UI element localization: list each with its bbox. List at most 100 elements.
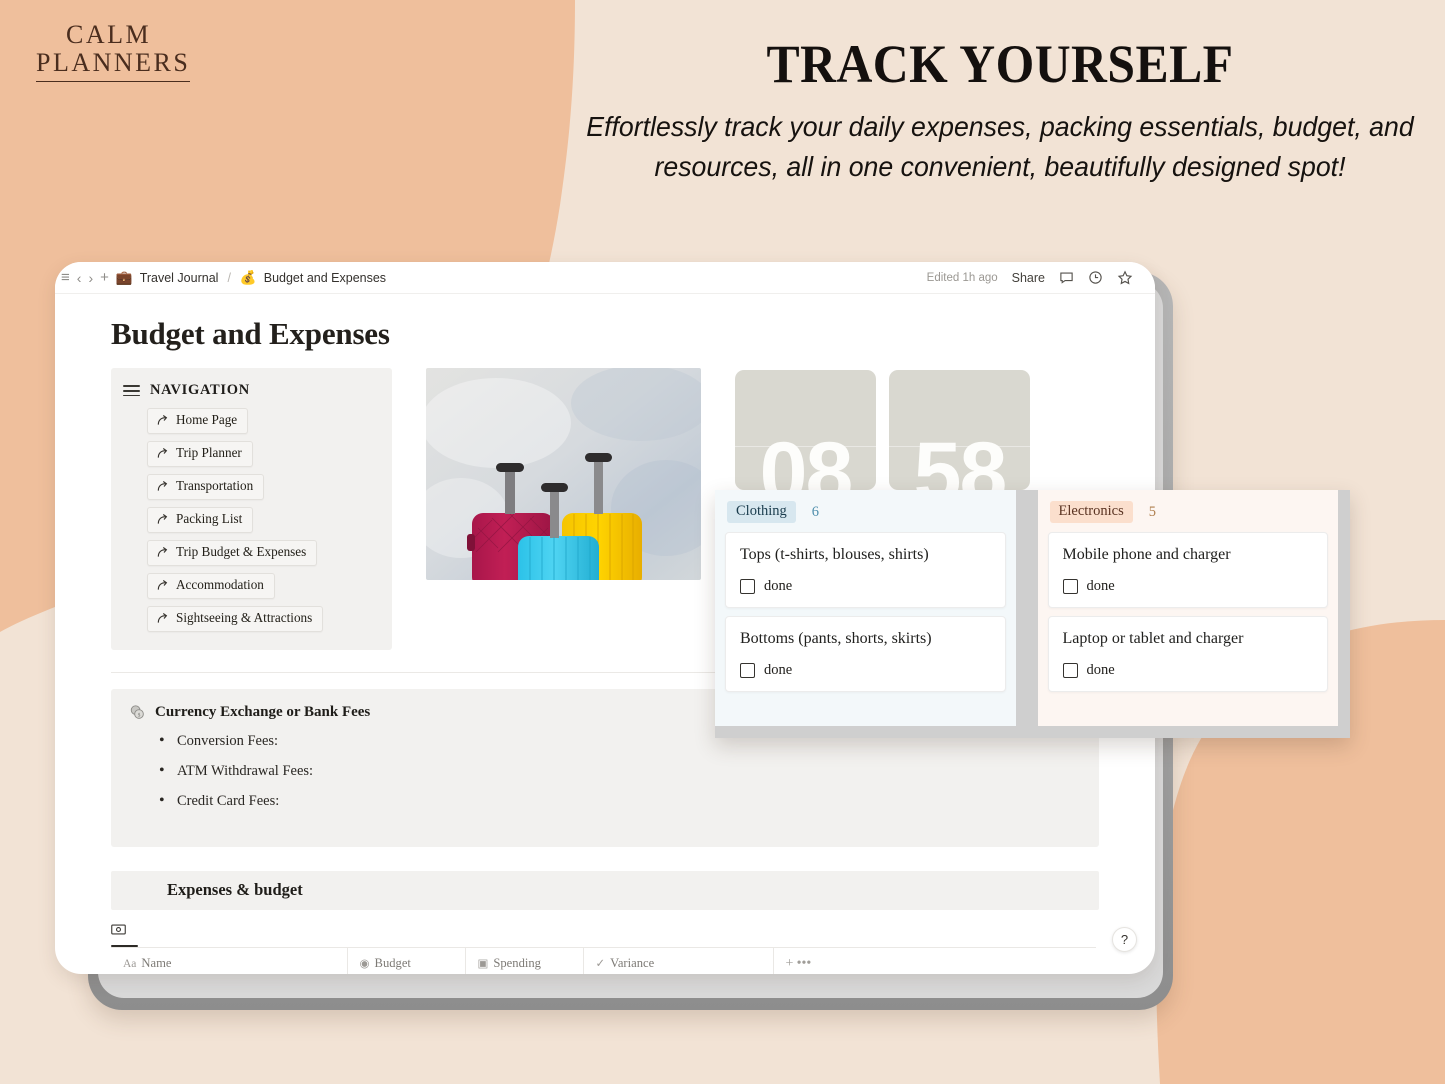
column-header-variance[interactable]: ✓ Variance bbox=[583, 946, 774, 974]
column-label: Spending bbox=[493, 956, 541, 971]
clock-hours: 08 bbox=[759, 425, 854, 490]
expenses-section-band: Expenses & budget bbox=[111, 870, 1099, 910]
checkbox[interactable] bbox=[1062, 579, 1078, 594]
more-options-icon[interactable]: ••• bbox=[797, 956, 812, 971]
add-column-button[interactable]: + bbox=[786, 956, 794, 971]
packing-card[interactable]: Bottoms (pants, shorts, skirts) done bbox=[725, 616, 1006, 692]
sidebar-item-accommodation[interactable]: Accommodation bbox=[147, 572, 275, 599]
briefcase-icon: 💼 bbox=[115, 269, 133, 285]
group-tag[interactable]: Clothing bbox=[727, 501, 796, 523]
formula-check-icon: ✓ bbox=[595, 958, 606, 971]
column-header-budget[interactable]: ◉ Budget bbox=[347, 946, 466, 974]
sidebar-toggle-icon[interactable]: ≡ bbox=[61, 270, 70, 285]
share-button[interactable]: Share bbox=[1012, 271, 1045, 285]
card-checkbox-row[interactable]: done bbox=[1062, 662, 1314, 679]
clock-minutes-card: 58 bbox=[889, 370, 1030, 490]
hero-subheadline: Effortlessly track your daily expenses, … bbox=[586, 111, 1414, 183]
packing-card[interactable]: Laptop or tablet and charger done bbox=[1047, 616, 1328, 692]
packing-card[interactable]: Mobile phone and charger done bbox=[1047, 532, 1328, 608]
checkbox[interactable] bbox=[1062, 663, 1078, 678]
checkbox-label: done bbox=[764, 662, 793, 678]
currency-title: Currency Exchange or Bank Fees bbox=[155, 703, 371, 720]
column-label: Name bbox=[141, 956, 172, 971]
suitcases-image bbox=[426, 368, 701, 580]
card-title: Laptop or tablet and charger bbox=[1062, 630, 1244, 647]
list-item: Credit Card Fees: bbox=[159, 792, 1081, 810]
topbar-actions: Edited 1h ago Share bbox=[926, 269, 1133, 286]
navigation-list: Home Page Trip Planner Transportation Pa… bbox=[147, 407, 376, 632]
sidebar-item-home-page[interactable]: Home Page bbox=[147, 407, 249, 434]
card-checkbox-row[interactable]: done bbox=[740, 578, 991, 595]
edited-timestamp: Edited 1h ago bbox=[926, 271, 998, 284]
money-note-icon: ▣ bbox=[477, 958, 489, 971]
new-page-icon[interactable]: + bbox=[100, 270, 109, 285]
database-view-tab[interactable] bbox=[111, 922, 1155, 947]
brand-underline bbox=[36, 80, 191, 83]
column-label: Budget bbox=[374, 956, 411, 971]
arrow-up-right-icon bbox=[157, 414, 168, 425]
sidebar-item-label: Home Page bbox=[176, 412, 238, 428]
brand-line-1: CALM bbox=[66, 20, 152, 49]
card-title: Tops (t-shirts, blouses, shirts) bbox=[740, 546, 929, 563]
packing-group-clothing: Clothing 6 Tops (t-shirts, blouses, shir… bbox=[715, 490, 1016, 726]
group-header: Clothing 6 bbox=[715, 490, 1016, 532]
coins-icon: $ bbox=[130, 704, 144, 719]
packing-group-electronics: Electronics 5 Mobile phone and charger d… bbox=[1037, 490, 1339, 726]
column-header-name[interactable]: Aa Name bbox=[111, 946, 348, 974]
favorite-star-icon[interactable] bbox=[1117, 269, 1133, 286]
sidebar-item-label: Trip Budget & Expenses bbox=[176, 544, 307, 560]
checkbox[interactable] bbox=[740, 579, 755, 594]
packing-list-overlay: Clothing 6 Tops (t-shirts, blouses, shir… bbox=[715, 490, 1350, 738]
sidebar-item-label: Transportation bbox=[176, 478, 254, 494]
text-type-icon: Aa bbox=[123, 958, 137, 971]
add-column-header[interactable]: + ••• bbox=[773, 946, 1096, 974]
checkbox-label: done bbox=[1086, 578, 1115, 594]
expenses-table: Aa Name ◉ Budget ▣ Spending ✓ Variance + ••• bbox=[111, 946, 1096, 974]
breadcrumb-parent[interactable]: Travel Journal bbox=[140, 271, 219, 285]
sidebar-item-sightseeing-attractions[interactable]: Sightseeing & Attractions bbox=[147, 605, 324, 632]
group-header: Electronics 5 bbox=[1038, 490, 1339, 532]
column-header-spending[interactable]: ▣ Spending bbox=[465, 946, 584, 974]
svg-text:$: $ bbox=[138, 711, 141, 718]
flip-clock: 08 58 bbox=[735, 368, 1030, 490]
group-count: 5 bbox=[1148, 503, 1156, 520]
checkbox[interactable] bbox=[740, 663, 755, 678]
brand-line-2: PLANNERS bbox=[36, 48, 191, 77]
card-checkbox-row[interactable]: done bbox=[1062, 578, 1314, 595]
menu-icon bbox=[123, 382, 140, 400]
arrow-up-right-icon bbox=[157, 480, 168, 491]
comment-icon[interactable] bbox=[1059, 270, 1074, 285]
sidebar-item-transportation[interactable]: Transportation bbox=[147, 473, 265, 500]
navigation-header: NAVIGATION bbox=[123, 382, 376, 400]
breadcrumb-current[interactable]: Budget and Expenses bbox=[264, 271, 386, 285]
history-clock-icon[interactable] bbox=[1088, 270, 1103, 285]
checkbox-label: done bbox=[764, 578, 793, 594]
sidebar-item-trip-planner[interactable]: Trip Planner bbox=[147, 440, 253, 467]
sidebar-item-packing-list[interactable]: Packing List bbox=[147, 506, 254, 533]
hero-text: TRACK YOURSELF Effortlessly track your d… bbox=[560, 34, 1440, 187]
sidebar-item-label: Packing List bbox=[176, 511, 243, 527]
group-tag[interactable]: Electronics bbox=[1049, 501, 1133, 523]
packing-card[interactable]: Tops (t-shirts, blouses, shirts) done bbox=[725, 532, 1006, 608]
notion-topbar: ≡ ‹ › + 💼 Travel Journal / 💰 Budget and … bbox=[55, 262, 1155, 294]
currency-list: Conversion Fees: ATM Withdrawal Fees: Cr… bbox=[159, 732, 1081, 810]
list-item: ATM Withdrawal Fees: bbox=[159, 762, 1081, 780]
suitcases-illustration bbox=[426, 368, 701, 580]
card-title: Bottoms (pants, shorts, skirts) bbox=[740, 630, 932, 647]
hero-headline: TRACK YOURSELF bbox=[766, 34, 1234, 94]
checkbox-label: done bbox=[1086, 662, 1115, 678]
arrow-up-right-icon bbox=[157, 546, 168, 557]
breadcrumb-separator: / bbox=[227, 270, 231, 285]
dollar-circle-icon: ◉ bbox=[359, 958, 370, 971]
back-icon[interactable]: ‹ bbox=[77, 271, 82, 285]
sidebar-item-trip-budget-expenses[interactable]: Trip Budget & Expenses bbox=[147, 539, 318, 566]
arrow-up-right-icon bbox=[157, 579, 168, 590]
money-bag-icon: 💰 bbox=[239, 269, 257, 285]
table-view-icon bbox=[111, 923, 126, 938]
forward-icon[interactable]: › bbox=[88, 271, 93, 285]
help-button[interactable]: ? bbox=[1112, 927, 1137, 952]
group-count: 6 bbox=[811, 503, 820, 520]
sidebar-item-label: Trip Planner bbox=[176, 445, 242, 461]
card-checkbox-row[interactable]: done bbox=[740, 662, 991, 679]
column-label: Variance bbox=[610, 956, 655, 971]
